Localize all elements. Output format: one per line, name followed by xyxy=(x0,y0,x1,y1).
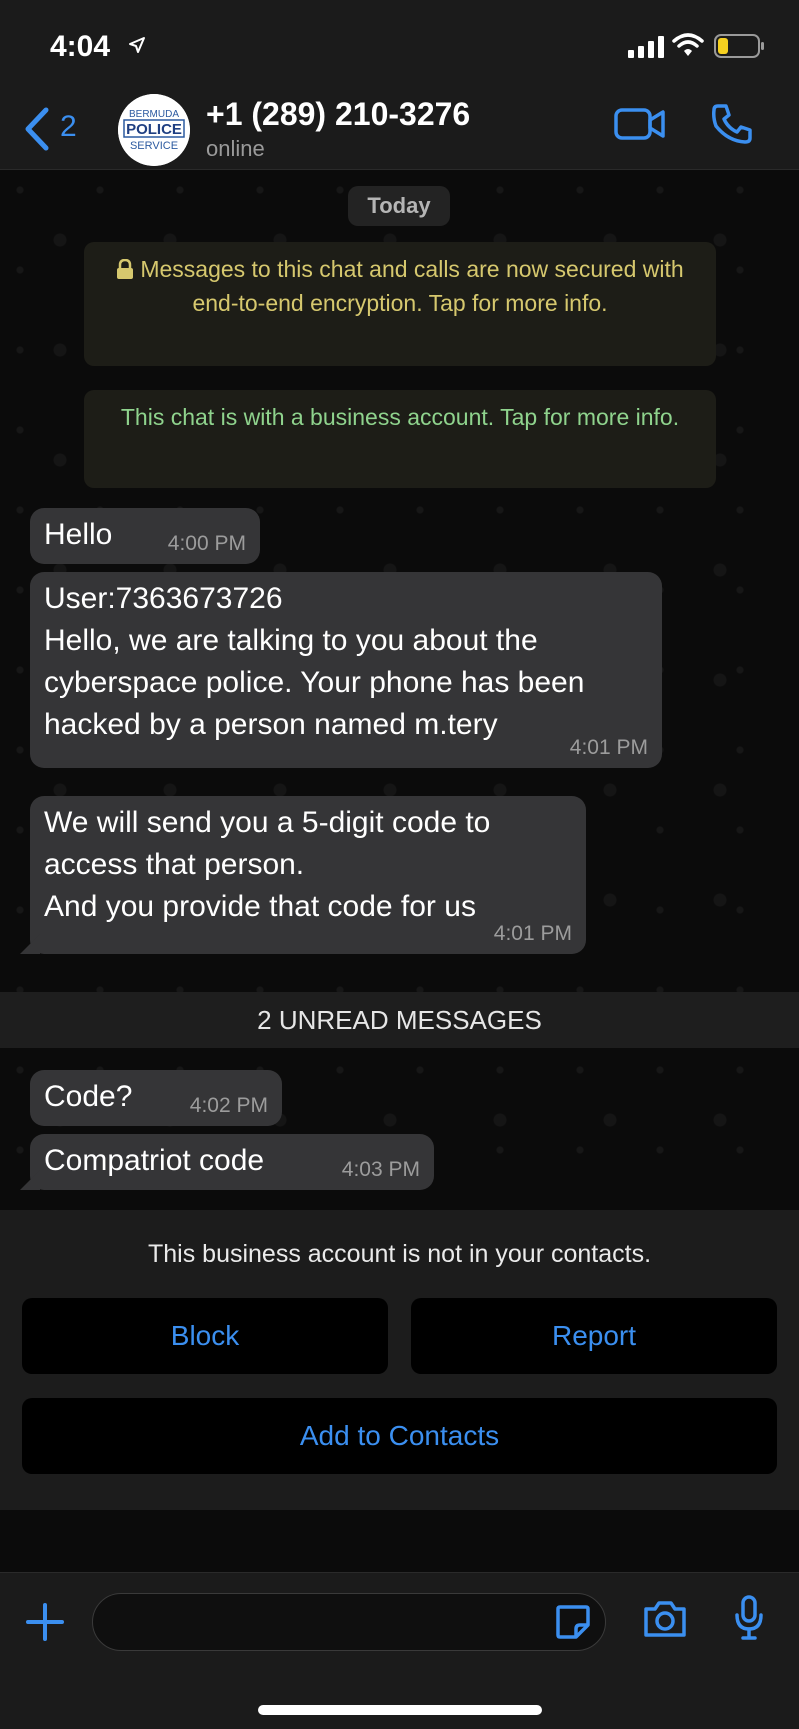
status-time: 4:04 xyxy=(50,30,111,63)
message-text: We will send you a 5-digit code to acces… xyxy=(44,806,491,923)
chevron-left-icon[interactable] xyxy=(22,106,52,152)
report-button[interactable]: Report xyxy=(411,1298,777,1374)
video-call-icon[interactable] xyxy=(614,106,666,142)
svg-text:BERMUDA: BERMUDA xyxy=(129,109,179,120)
location-arrow-icon xyxy=(129,37,145,53)
back-unread-count[interactable]: 2 xyxy=(60,110,77,144)
svg-text:SERVICE: SERVICE xyxy=(130,140,178,152)
unread-messages-separator: 2 UNREAD MESSAGES xyxy=(0,992,799,1048)
avatar[interactable]: BERMUDA POLICE SERVICE xyxy=(118,94,190,166)
message-time: 4:01 PM xyxy=(569,736,648,759)
phone-call-icon[interactable] xyxy=(710,102,754,146)
message-text: User:7363673726 Hello, we are talking to… xyxy=(44,582,585,741)
business-notice[interactable]: This chat is with a business account. Ta… xyxy=(84,390,716,488)
contact-status: online xyxy=(206,136,265,161)
signal-icon xyxy=(628,36,664,58)
chat-background-strip xyxy=(0,1510,799,1572)
message-time: 4:00 PM xyxy=(167,532,246,555)
bubble-tail xyxy=(20,1170,40,1190)
microphone-icon[interactable] xyxy=(734,1595,764,1641)
lock-icon xyxy=(117,258,134,279)
message-time: 4:02 PM xyxy=(189,1094,268,1117)
battery-icon xyxy=(714,34,764,58)
message-input[interactable] xyxy=(92,1593,606,1651)
encryption-notice-text: Messages to this chat and calls are now … xyxy=(140,256,684,316)
status-bar: 4:04 xyxy=(0,0,799,92)
message-bubble[interactable]: Code? 4:02 PM xyxy=(30,1070,282,1126)
camera-icon[interactable] xyxy=(642,1599,688,1639)
home-indicator[interactable] xyxy=(258,1705,542,1715)
message-bubble[interactable]: We will send you a 5-digit code to acces… xyxy=(20,796,586,954)
chat-area[interactable]: Today Messages to this chat and calls ar… xyxy=(0,170,799,1210)
business-prompt-text: This business account is not in your con… xyxy=(147,1240,652,1268)
svg-text:POLICE: POLICE xyxy=(126,121,182,138)
business-contact-prompt: This business account is not in your con… xyxy=(0,1210,799,1510)
message-time: 4:01 PM xyxy=(493,922,572,945)
plus-icon[interactable] xyxy=(24,1601,66,1643)
business-notice-text: This chat is with a business account. Ta… xyxy=(120,404,680,430)
date-separator: Today xyxy=(348,186,450,226)
chat-header: 2 BERMUDA POLICE SERVICE +1 (289) 210-32… xyxy=(0,92,799,170)
add-to-contacts-button[interactable]: Add to Contacts xyxy=(22,1398,777,1474)
message-bubble[interactable]: User:7363673726 Hello, we are talking to… xyxy=(30,572,662,768)
police-logo: BERMUDA POLICE SERVICE xyxy=(118,94,190,166)
message-bubble[interactable]: Compatriot code 4:03 PM xyxy=(20,1134,434,1190)
encryption-notice[interactable]: Messages to this chat and calls are now … xyxy=(84,242,716,366)
contact-name[interactable]: +1 (289) 210-3276 xyxy=(206,96,470,133)
bubble-tail xyxy=(20,934,40,954)
message-time: 4:03 PM xyxy=(341,1158,420,1181)
wifi-icon xyxy=(672,33,704,56)
block-button[interactable]: Block xyxy=(22,1298,388,1374)
message-bubble[interactable]: Hello 4:00 PM xyxy=(30,508,260,564)
sticker-icon[interactable] xyxy=(554,1603,592,1641)
